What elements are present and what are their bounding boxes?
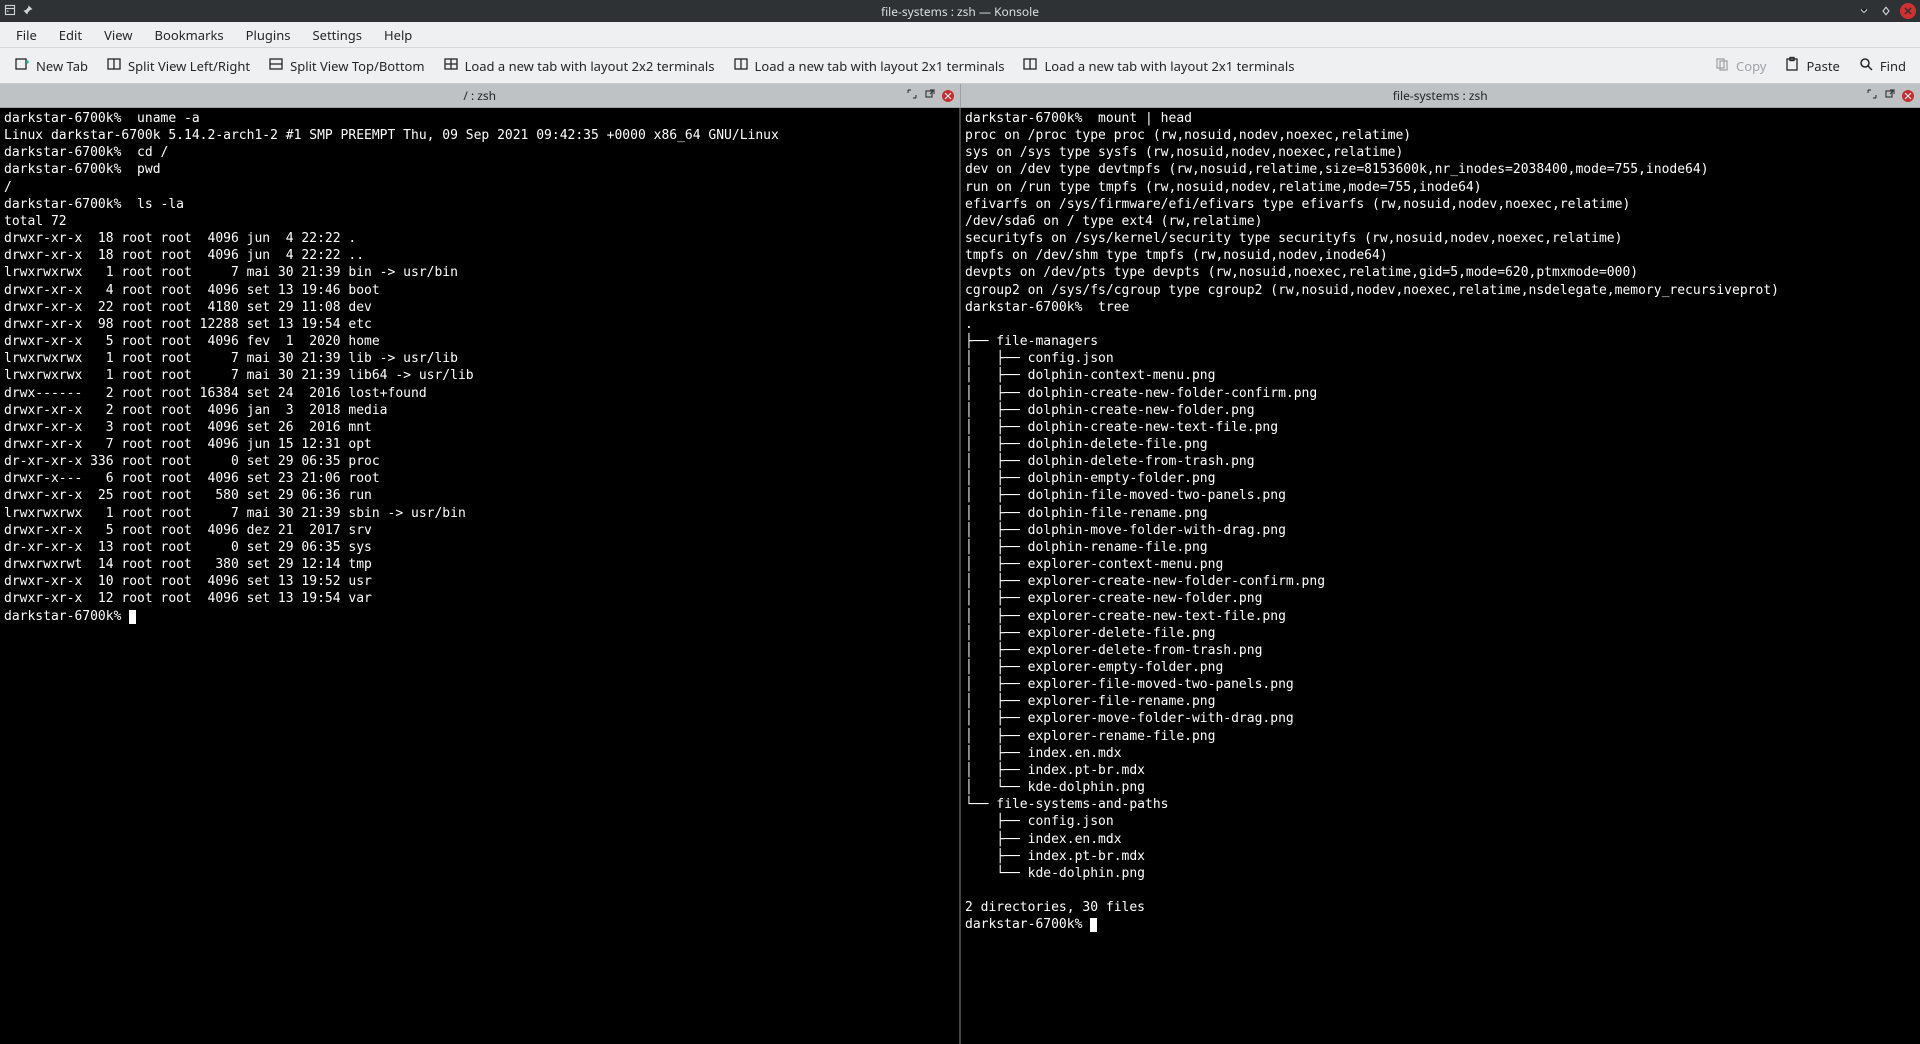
terminal-right[interactable]: darkstar-6700k% mount | head proc on /pr…	[959, 108, 1920, 1044]
pane-tab-right-label: file-systems : zsh	[1393, 87, 1488, 104]
layout-2x1-button-a[interactable]: Load a new tab with layout 2x1 terminals	[725, 52, 1013, 80]
paste-icon	[1784, 56, 1800, 76]
maximize-button[interactable]	[1878, 3, 1894, 19]
app-menu-icon[interactable]	[4, 3, 16, 20]
split-top-bottom-button[interactable]: Split View Top/Bottom	[260, 52, 432, 80]
menu-plugins[interactable]: Plugins	[236, 22, 301, 48]
layout-2x2-button[interactable]: Load a new tab with layout 2x2 terminals	[435, 52, 723, 80]
new-tab-label: New Tab	[36, 57, 88, 75]
find-label: Find	[1880, 57, 1906, 75]
layout-2x1-label-a: Load a new tab with layout 2x1 terminals	[755, 57, 1005, 75]
menu-help[interactable]: Help	[374, 22, 422, 48]
find-icon	[1858, 56, 1874, 76]
menu-settings[interactable]: Settings	[303, 22, 372, 48]
menu-bookmarks[interactable]: Bookmarks	[145, 22, 234, 48]
paste-label: Paste	[1806, 57, 1839, 75]
copy-icon	[1714, 56, 1730, 76]
expand-icon[interactable]	[1866, 87, 1878, 104]
layout-2x1-label-b: Load a new tab with layout 2x1 terminals	[1044, 57, 1294, 75]
find-button[interactable]: Find	[1850, 52, 1914, 80]
layout-2x1-button-b[interactable]: Load a new tab with layout 2x1 terminals	[1014, 52, 1302, 80]
copy-label: Copy	[1736, 57, 1766, 75]
split-tb-icon	[268, 56, 284, 76]
close-button[interactable]	[1900, 3, 1916, 19]
pin-icon[interactable]	[22, 3, 34, 20]
pane-tab-left[interactable]: / : zsh	[0, 84, 960, 107]
split-tb-label: Split View Top/Bottom	[290, 57, 424, 75]
pane-tab-right[interactable]: file-systems : zsh	[960, 84, 1920, 107]
new-tab-icon	[14, 56, 30, 76]
pane-tab-left-label: / : zsh	[463, 87, 496, 104]
layout-2x2-label: Load a new tab with layout 2x2 terminals	[465, 57, 715, 75]
split-lr-label: Split View Left/Right	[128, 57, 250, 75]
copy-button: Copy	[1706, 52, 1774, 80]
paste-button[interactable]: Paste	[1776, 52, 1847, 80]
split-left-right-button[interactable]: Split View Left/Right	[98, 52, 258, 80]
close-pane-icon[interactable]	[942, 90, 954, 102]
minimize-button[interactable]	[1856, 3, 1872, 19]
toolbar: New Tab Split View Left/Right Split View…	[0, 48, 1920, 84]
layout-2x1-icon-b	[1022, 56, 1038, 76]
titlebar: file-systems : zsh — Konsole	[0, 0, 1920, 22]
layout-2x1-icon	[733, 56, 749, 76]
terminal-left[interactable]: darkstar-6700k% uname -a Linux darkstar-…	[0, 108, 959, 1044]
popout-icon[interactable]	[1884, 87, 1896, 104]
terminal-split: darkstar-6700k% uname -a Linux darkstar-…	[0, 108, 1920, 1044]
window-title: file-systems : zsh — Konsole	[64, 3, 1856, 20]
menubar: File Edit View Bookmarks Plugins Setting…	[0, 22, 1920, 48]
menu-view[interactable]: View	[94, 22, 142, 48]
pane-tab-row: / : zsh file-systems : zsh	[0, 84, 1920, 108]
layout-2x2-icon	[443, 56, 459, 76]
new-tab-button[interactable]: New Tab	[6, 52, 96, 80]
split-lr-icon	[106, 56, 122, 76]
expand-icon[interactable]	[906, 87, 918, 104]
menu-edit[interactable]: Edit	[49, 22, 92, 48]
close-pane-icon[interactable]	[1902, 90, 1914, 102]
popout-icon[interactable]	[924, 87, 936, 104]
menu-file[interactable]: File	[6, 22, 47, 48]
